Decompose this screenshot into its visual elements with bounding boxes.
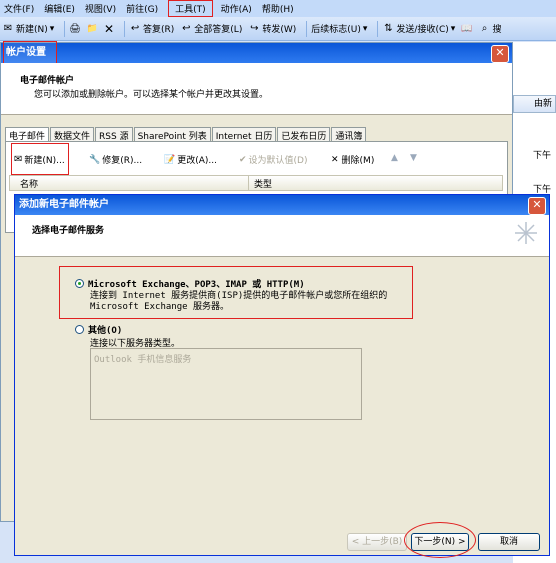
toolbar-separator: [377, 20, 379, 37]
account-settings-description: 您可以添加或删除帐户。可以选择某个帐户并更改其设置。: [34, 90, 269, 100]
reply-button-label: 答复(R): [143, 25, 175, 35]
chevron-down-icon: ▾: [450, 23, 456, 34]
reply-button[interactable]: ↩ 答复(R): [129, 22, 175, 36]
change-button[interactable]: 📝 更改(A)...: [164, 153, 217, 167]
menu-tools[interactable]: 工具(T): [168, 0, 213, 17]
highlight-circle: [404, 522, 476, 558]
close-icon[interactable]: ✕: [491, 45, 509, 63]
send-receive-button-label: 发送/接收(C): [396, 25, 449, 35]
account-list-header: 名称 类型: [9, 175, 503, 191]
option-other-label: 其他(O): [88, 326, 123, 336]
option-other-radio[interactable]: 其他(O): [75, 323, 122, 336]
chevron-down-icon: ▾: [362, 23, 368, 34]
send-receive-icon: ⇅: [384, 22, 393, 34]
message-list-header[interactable]: 由新: [513, 95, 556, 113]
check-circle-icon: ✔: [239, 154, 247, 165]
close-icon[interactable]: ✕: [528, 197, 546, 215]
toolbar-separator: [124, 20, 126, 37]
reply-all-button-label: 全部答复(L): [194, 25, 243, 35]
move-up-icon[interactable]: ▲: [391, 153, 398, 163]
back-button[interactable]: < 上一步(B): [347, 533, 407, 551]
option-exchange-description: 连接到 Internet 服务提供商(ISP)提供的电子邮件帐户或您所在组织的 …: [90, 291, 388, 312]
repair-button[interactable]: 🔧 修复(R)...: [89, 153, 143, 167]
forward-button[interactable]: ↪ 转发(W): [248, 22, 297, 36]
change-button-label: 更改(A)...: [177, 156, 217, 166]
reply-icon: ↩: [130, 22, 140, 34]
add-account-title: 添加新电子邮件帐户: [19, 199, 109, 210]
toolbar-separator: [306, 20, 308, 37]
edit-icon: 📝: [164, 154, 176, 165]
account-settings-titlebar: 帐户设置 ✕: [1, 41, 512, 67]
new-account-icon: ✉: [14, 153, 23, 165]
account-settings-heading: 电子邮件帐户: [20, 76, 75, 86]
menu-file[interactable]: 文件(F): [4, 2, 34, 15]
option-exchange-label: Microsoft Exchange、POP3、IMAP 或 HTTP(M): [88, 280, 305, 290]
new-button[interactable]: ✉ 新建(N) ▾: [2, 22, 55, 36]
reply-all-button[interactable]: ↩ 全部答复(L): [180, 22, 243, 36]
repair-button-label: 修复(R)...: [102, 156, 143, 166]
new-button-label: 新建(N): [16, 25, 48, 35]
search-button-label: 搜: [492, 25, 502, 35]
column-name[interactable]: 名称: [20, 177, 38, 190]
menu-go[interactable]: 前往(G): [126, 2, 158, 15]
reply-all-icon: ↩: [182, 22, 191, 34]
move-down-icon[interactable]: ▼: [410, 153, 417, 163]
add-account-header: 选择电子邮件服务: [15, 215, 549, 257]
add-account-heading: 选择电子邮件服务: [32, 226, 105, 236]
server-type-item[interactable]: Outlook 手机信息服务: [94, 352, 191, 365]
remove-button[interactable]: ✕ 删除(M): [331, 153, 375, 167]
add-account-titlebar: 添加新电子邮件帐户 ✕: [15, 195, 549, 215]
set-default-button[interactable]: ✔ 设为默认值(D): [239, 153, 308, 167]
print-icon[interactable]: 🖨: [69, 24, 80, 34]
new-account-label: 新建(N)...: [24, 155, 65, 166]
remove-button-label: 删除(M): [341, 156, 375, 166]
option-exchange-radio[interactable]: Microsoft Exchange、POP3、IMAP 或 HTTP(M): [75, 277, 305, 290]
main-toolbar: ✉ 新建(N) ▾ 🖨 📁 ✕ ↩ 答复(R) ↩ 全部答复(L) ↪ 转发(W…: [0, 17, 556, 41]
address-book-icon[interactable]: 📖: [461, 24, 472, 34]
search-button[interactable]: ⌕ 搜: [479, 22, 502, 36]
cancel-button[interactable]: 取消: [478, 533, 540, 551]
radio-empty-icon: [75, 325, 84, 334]
followup-button[interactable]: 后续标志(U) ▾: [311, 22, 368, 36]
forward-icon: ↪: [250, 22, 259, 34]
server-type-list[interactable]: Outlook 手机信息服务: [90, 348, 362, 420]
add-account-dialog: 添加新电子邮件帐户 ✕ 选择电子邮件服务 Microsoft Exchange、…: [14, 194, 550, 558]
wrench-icon: 🔧: [89, 154, 101, 165]
menu-bar: 文件(F) 编辑(E) 视图(V) 前往(G) 工具(T) 动作(A) 帮助(H…: [0, 0, 556, 17]
menu-help[interactable]: 帮助(H): [262, 2, 294, 15]
forward-button-label: 转发(W): [262, 25, 297, 35]
column-type[interactable]: 类型: [254, 177, 272, 190]
sparkle-icon: [515, 222, 537, 244]
menu-edit[interactable]: 编辑(E): [44, 2, 75, 15]
delete-icon: ✕: [331, 154, 339, 165]
search-icon: ⌕: [481, 22, 488, 34]
column-divider: [248, 176, 249, 190]
followup-button-label: 后续标志(U): [311, 25, 361, 35]
new-mail-icon: ✉: [3, 22, 13, 34]
move-to-folder-icon[interactable]: 📁: [87, 24, 98, 34]
delete-icon[interactable]: ✕: [104, 22, 114, 36]
menu-actions[interactable]: 动作(A): [221, 2, 252, 15]
radio-selected-icon: [75, 279, 84, 288]
chevron-down-icon: ▾: [49, 23, 55, 34]
new-account-button[interactable]: ✉ 新建(N)...: [11, 143, 69, 175]
send-receive-button[interactable]: ⇅ 发送/接收(C) ▾: [382, 22, 456, 36]
message-time: 下午: [533, 151, 552, 161]
account-settings-header: 电子邮件帐户 您可以添加或删除帐户。可以选择某个帐户并更改其设置。: [1, 63, 512, 115]
set-default-button-label: 设为默认值(D): [248, 156, 308, 166]
menu-view[interactable]: 视图(V): [85, 2, 116, 15]
toolbar-separator: [64, 20, 66, 37]
